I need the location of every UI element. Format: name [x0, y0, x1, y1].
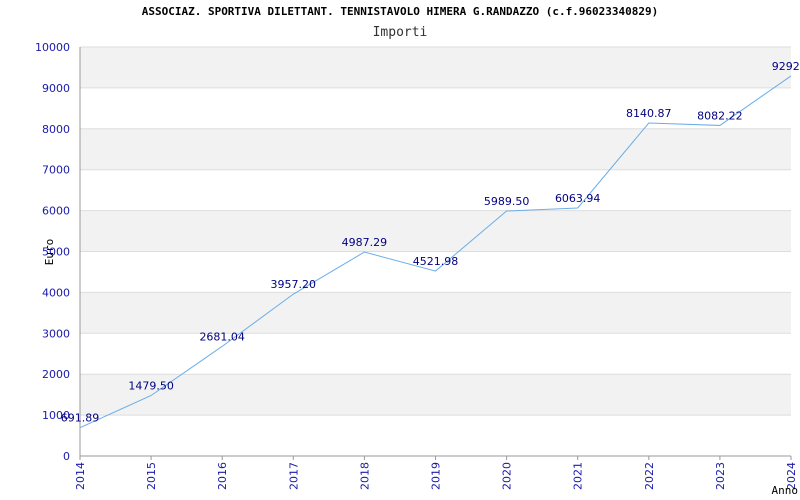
x-tick-label: 2015 — [145, 462, 158, 490]
x-tick-label: 2017 — [287, 462, 300, 490]
y-tick-label: 8000 — [42, 123, 70, 136]
y-tick-label: 7000 — [42, 164, 70, 177]
y-tick-label: 2000 — [42, 368, 70, 381]
plot-band — [80, 374, 791, 416]
data-label: 8082.22 — [697, 109, 743, 122]
y-tick-label: 6000 — [42, 205, 70, 218]
y-axis-label: Euro — [43, 239, 56, 266]
line-chart: 0100020003000400050006000700080009000100… — [35, 41, 800, 497]
data-label: 3957.20 — [271, 278, 317, 291]
data-label: 4987.29 — [342, 236, 388, 249]
plot-band — [80, 87, 791, 129]
plot-band — [80, 292, 791, 334]
data-label: 9292.9 — [772, 60, 800, 73]
x-tick-label: 2023 — [714, 462, 727, 490]
x-tick-label: 2014 — [74, 462, 87, 490]
x-tick-labels: 2014 2015 2016 2017 2018 2019 2020 2021 2022 2023… — [74, 462, 798, 490]
y-tick-label: 4000 — [42, 286, 70, 299]
plot-band — [80, 210, 791, 252]
data-label: 5989.50 — [484, 195, 530, 208]
plot-band — [80, 415, 791, 456]
data-label: 691.89 — [61, 412, 100, 425]
plot-band — [80, 47, 791, 88]
x-tick-label: 2020 — [501, 462, 514, 490]
data-label: 8140.87 — [626, 107, 672, 120]
x-axis-label: Anno — [772, 484, 799, 497]
x-tick-label: 2019 — [430, 462, 443, 490]
y-tick-label: 3000 — [42, 327, 70, 340]
x-tick-label: 2018 — [358, 462, 371, 490]
x-tick-label: 2022 — [643, 462, 656, 490]
x-tick-label: 2016 — [216, 462, 229, 490]
y-tick-label: 9000 — [42, 82, 70, 95]
data-label: 4521.98 — [413, 255, 459, 268]
y-tick-label: 10000 — [35, 41, 70, 54]
data-label: 2681.04 — [199, 330, 245, 343]
x-tick-label: 2021 — [572, 462, 585, 490]
data-label: 1479.50 — [128, 379, 174, 392]
plot-band — [80, 128, 791, 170]
plot-band — [80, 333, 791, 375]
y-tick-label: 0 — [63, 450, 70, 463]
plot-band — [80, 169, 791, 211]
data-label: 6063.94 — [555, 192, 601, 205]
